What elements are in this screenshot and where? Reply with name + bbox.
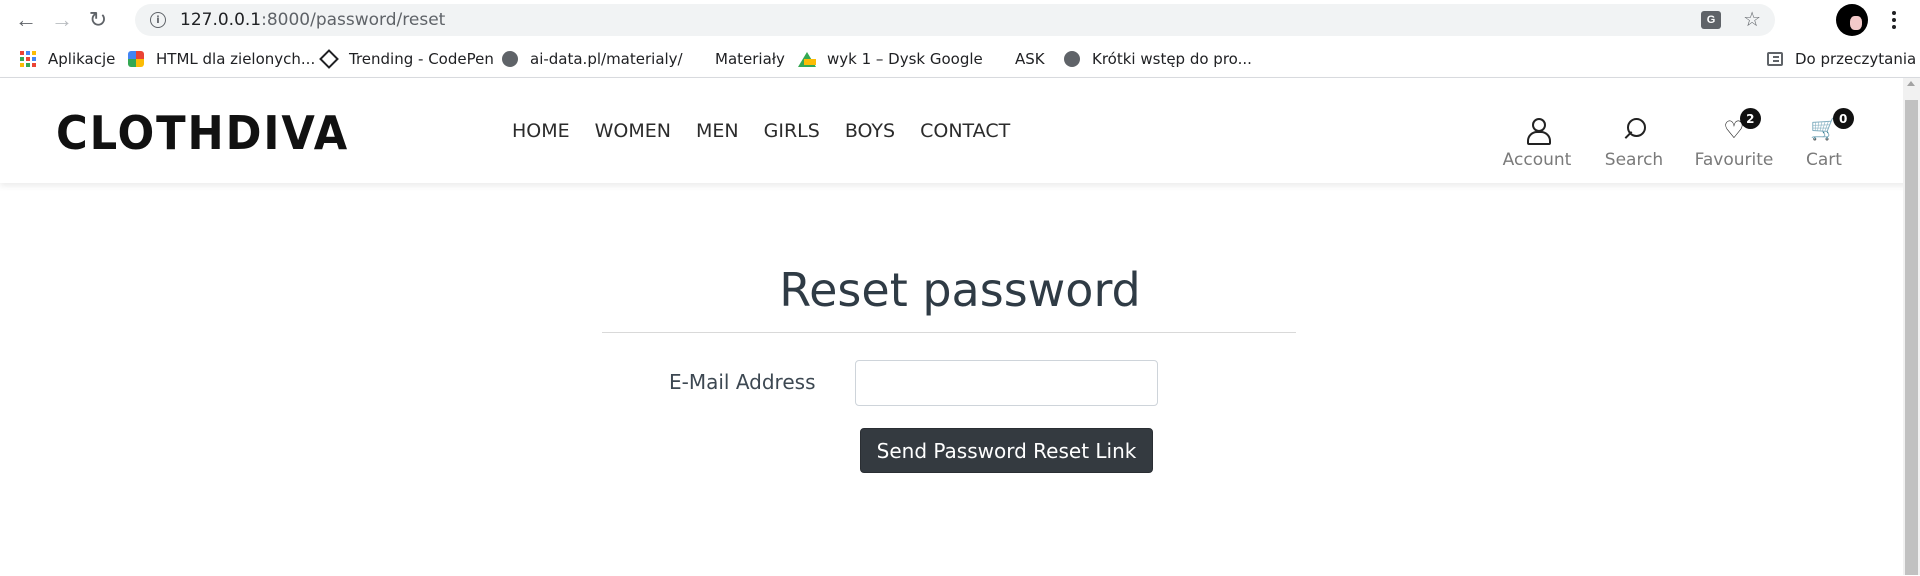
search-label: Search [1604,150,1664,170]
search-link[interactable]: Search [1600,116,1668,170]
url-path: :8000/password/reset [261,10,446,30]
bookmark-codepen[interactable]: Trending - CodePen [319,49,494,69]
bookmark-label: Aplikacje [48,50,116,68]
bookmark-label: Trending - CodePen [349,50,494,68]
title-divider [602,332,1296,333]
account-link[interactable]: Account [1499,116,1575,170]
forward-arrow-icon[interactable]: → [44,2,80,38]
scroll-up-arrow-icon[interactable] [1907,81,1915,86]
bookmark-materialy[interactable]: Materiały [715,50,785,68]
browser-toolbar: ← → ↻ i 127.0.0.1:8000/password/reset G … [0,0,1920,40]
email-field[interactable] [855,360,1158,406]
bookmark-label: HTML dla zielonych... [156,50,316,68]
main-nav: HOME WOMEN MEN GIRLS BOYS CONTACT [512,120,1010,142]
bookmark-drive[interactable]: wyk 1 – Dysk Google [798,50,983,68]
page-content: CLOTHDIVA HOME WOMEN MEN GIRLS BOYS CONT… [0,78,1920,575]
html-favicon-icon [128,51,144,67]
bookmark-label: ai-data.pl/materialy/ [530,50,683,68]
cart-icon: 🛒 0 [1810,108,1854,144]
codepen-icon [319,49,339,69]
site-header: CLOTHDIVA HOME WOMEN MEN GIRLS BOYS CONT… [0,78,1920,183]
nav-boys[interactable]: BOYS [845,120,895,142]
address-bar[interactable]: i 127.0.0.1:8000/password/reset G ☆ [135,4,1775,36]
globe-icon [1064,51,1080,67]
browser-menu-icon[interactable] [1882,8,1906,32]
bookmark-label: Krótki wstęp do pro... [1092,50,1252,68]
nav-women[interactable]: WOMEN [595,120,671,142]
cart-link[interactable]: 🛒 0 Cart [1801,108,1854,170]
bookmark-krotki-wstep[interactable]: Krótki wstęp do pro... [1064,50,1252,68]
favourite-label: Favourite [1694,150,1774,170]
bookmark-apps[interactable]: Aplikacje [20,50,115,68]
google-drive-icon [798,51,816,67]
bookmark-label: ASK [1015,50,1045,68]
bookmark-star-icon[interactable]: ☆ [1743,10,1761,30]
scrollbar-thumb[interactable] [1905,100,1918,575]
email-label: E-Mail Address [669,370,816,394]
profile-avatar-icon[interactable] [1836,4,1868,36]
globe-icon [502,51,518,67]
bookmark-ai-data[interactable]: ai-data.pl/materialy/ [502,50,683,68]
send-reset-link-button[interactable]: Send Password Reset Link [860,428,1153,473]
url-text[interactable]: 127.0.0.1:8000/password/reset [180,10,445,30]
bookmark-label: Materiały [715,50,785,68]
page-scrollbar[interactable] [1903,78,1920,575]
nav-home[interactable]: HOME [512,120,570,142]
page-title: Reset password [779,263,1141,317]
favourite-count-badge: 2 [1739,108,1761,129]
account-label: Account [1502,150,1572,170]
url-host: 127.0.0.1 [180,10,262,30]
reading-list-label: Do przeczytania [1795,50,1917,68]
back-arrow-icon[interactable]: ← [8,2,44,38]
cart-count-badge: 0 [1832,108,1854,129]
site-logo[interactable]: CLOTHDIVA [56,106,349,160]
reading-list-icon [1767,51,1783,67]
bookmark-ask[interactable]: ASK [1015,50,1045,68]
heart-icon: ♡ 2 [1723,108,1761,144]
nav-girls[interactable]: GIRLS [764,120,820,142]
info-icon[interactable]: i [150,12,166,28]
favourite-link[interactable]: ♡ 2 Favourite [1692,108,1776,170]
reload-icon[interactable]: ↻ [80,2,116,38]
search-icon [1622,116,1646,144]
nav-men[interactable]: MEN [696,120,739,142]
translate-icon[interactable]: G [1701,11,1722,29]
bookmark-label: wyk 1 – Dysk Google [827,50,983,68]
reading-list[interactable]: Do przeczytania [1767,50,1916,68]
nav-contact[interactable]: CONTACT [920,120,1010,142]
bookmarks-bar: Aplikacje HTML dla zielonych... Trending… [0,40,1920,78]
cart-label: Cart [1806,150,1842,170]
user-icon [1526,116,1551,145]
bookmark-html[interactable]: HTML dla zielonych... [128,50,315,68]
apps-grid-icon [20,51,36,67]
